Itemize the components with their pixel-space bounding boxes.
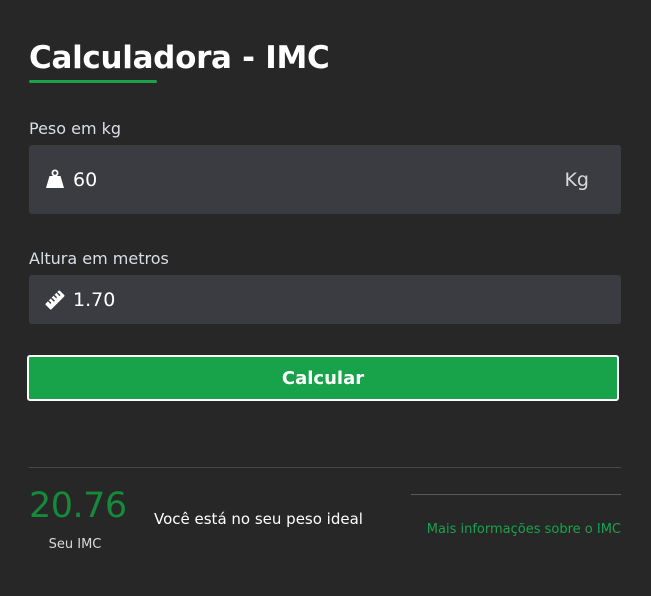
page-title: Calculadora - IMC [29, 40, 330, 76]
result-message: Você está no seu peso ideal [154, 510, 363, 528]
weight-icon [44, 168, 66, 190]
more-info-link[interactable]: Mais informações sobre o IMC [427, 521, 621, 539]
calculate-button[interactable]: Calcular [27, 355, 619, 401]
imc-label: Seu IMC [48, 537, 102, 552]
weight-input[interactable] [73, 167, 513, 193]
ruler-icon [44, 289, 66, 311]
height-label: Altura em metros [29, 249, 169, 268]
imc-calculator-card: Calculadora - IMC Peso em kg Kg Altura e… [0, 0, 651, 596]
weight-field[interactable]: Kg [29, 145, 621, 214]
weight-unit: Kg [564, 169, 589, 191]
title-underline [29, 80, 157, 83]
height-input[interactable] [73, 287, 513, 313]
height-field[interactable] [29, 275, 621, 324]
weight-label: Peso em kg [29, 119, 122, 138]
imc-value: 20.76 [29, 486, 127, 526]
info-divider [411, 494, 621, 495]
result-divider [29, 467, 621, 468]
